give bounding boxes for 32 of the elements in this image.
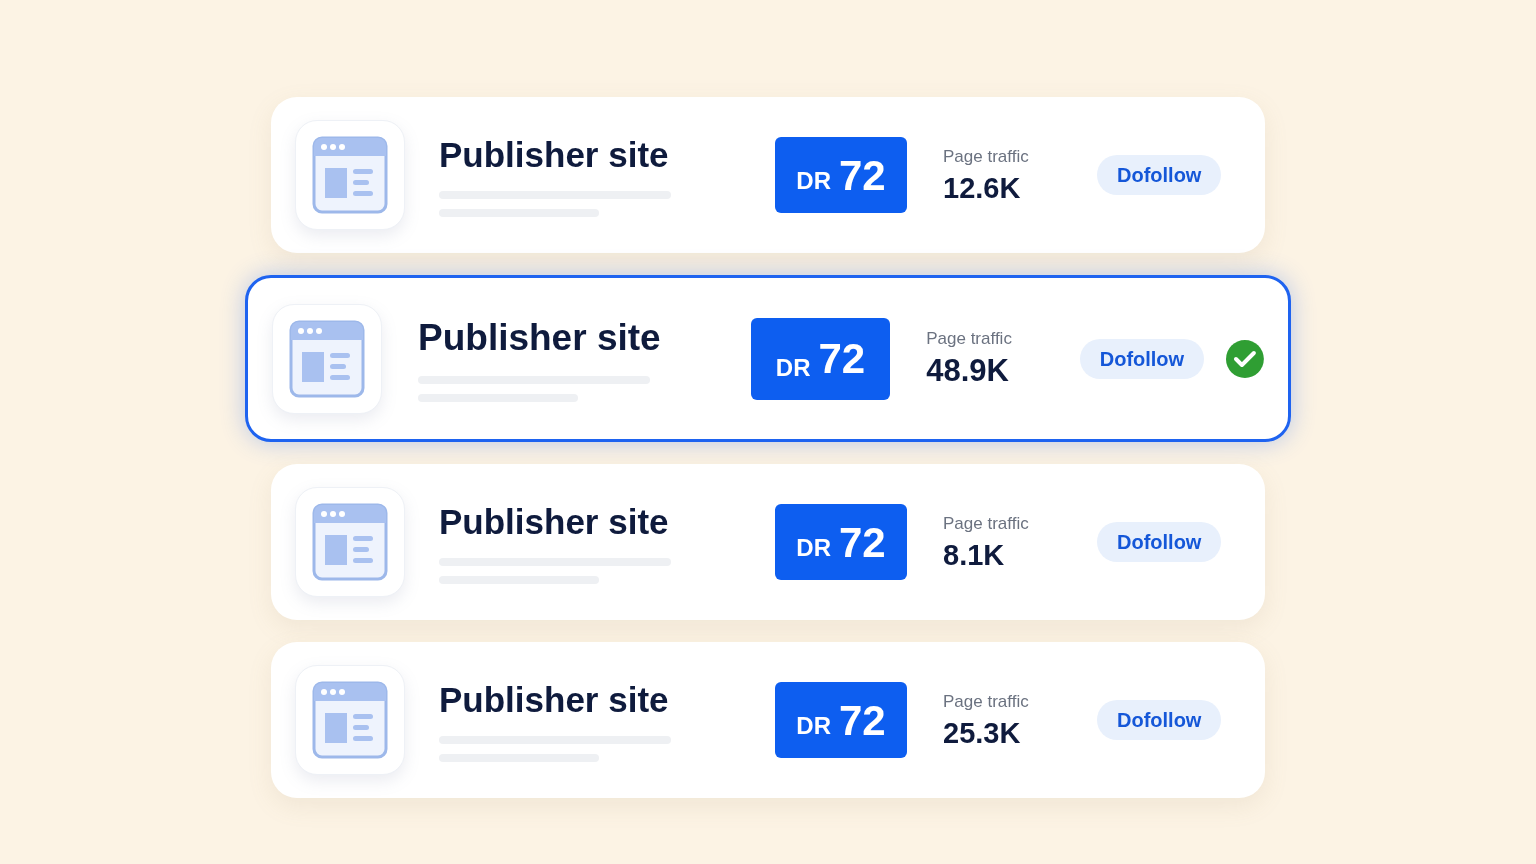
traffic-value: 12.6K — [943, 170, 1022, 206]
link-type-tag: Dofollow — [1097, 522, 1222, 562]
rating-value: 72 — [838, 517, 886, 568]
browser-window-icon — [312, 503, 388, 581]
traffic-label: Page traffic — [943, 691, 1030, 714]
traffic-value: 25.3K — [943, 715, 1022, 751]
site-title: Publisher site — [439, 679, 670, 722]
rating-value: 72 — [838, 150, 886, 201]
rating-label: DR — [796, 711, 831, 741]
link-type-tag: Dofollow — [1097, 700, 1222, 740]
browser-window-icon — [312, 136, 388, 214]
traffic-value: 48.9K — [926, 351, 1010, 390]
rating-label: DR — [775, 352, 811, 383]
publisher-card[interactable]: Publisher site DR 72 Page traffic 12.6K Dofollow — [271, 97, 1265, 253]
browser-window-icon — [312, 681, 388, 759]
rating-value: 72 — [818, 334, 866, 384]
rating-value: 72 — [838, 695, 886, 746]
site-title: Publisher site — [439, 501, 670, 544]
publisher-card[interactable]: Publisher site DR 72 Page traffic 48.9K Dofollow — [245, 275, 1291, 442]
traffic-label: Page traffic — [943, 146, 1030, 169]
site-title: Publisher site — [439, 134, 670, 177]
link-type-tag: Dofollow — [1097, 155, 1222, 195]
rating-label: DR — [796, 533, 831, 563]
link-type-tag: Dofollow — [1079, 338, 1205, 379]
publisher-card[interactable]: Publisher site DR 72 Page traffic 25.3K Dofollow — [271, 642, 1265, 798]
rating-label: DR — [796, 166, 831, 196]
traffic-value: 8.1K — [943, 537, 1006, 573]
site-title: Publisher site — [418, 316, 662, 361]
traffic-label: Page traffic — [943, 513, 1030, 536]
traffic-label: Page traffic — [926, 328, 1013, 351]
browser-window-icon — [289, 319, 365, 398]
publisher-card[interactable]: Publisher site DR 72 Page traffic 8.1K Dofollow — [271, 464, 1265, 620]
